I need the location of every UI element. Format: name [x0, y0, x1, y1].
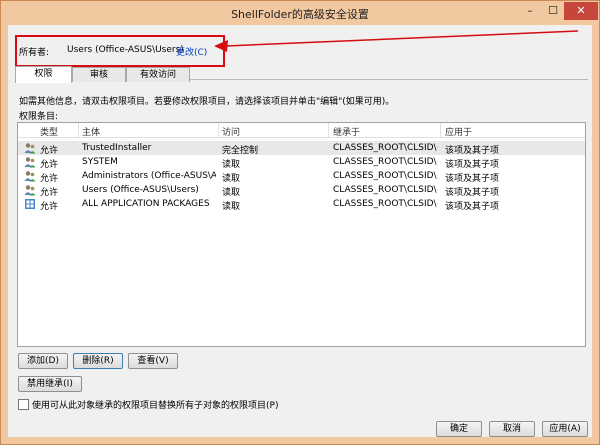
row-type: 允许 [40, 202, 59, 212]
row-principal: ALL APPLICATION PACKAGES [82, 199, 210, 209]
disable-inheritance-button[interactable]: 禁用继承(I) [18, 376, 82, 392]
add-button[interactable]: 添加(D) [18, 353, 68, 369]
column-header-principal[interactable]: 主体 [82, 125, 100, 138]
row-inherited-from: CLASSES_ROOT\CLSID\{8... [333, 171, 438, 181]
users-icon [24, 157, 36, 168]
replace-child-permissions-checkbox[interactable] [18, 399, 29, 410]
column-header-type[interactable]: 类型 [40, 125, 58, 138]
apply-button[interactable]: 应用(A) [542, 421, 588, 437]
column-header-applies-to[interactable]: 应用于 [445, 125, 472, 138]
users-icon [24, 185, 36, 196]
cancel-button[interactable]: 取消 [489, 421, 535, 437]
table-row[interactable]: 允许 TrustedInstaller 完全控制 CLASSES_ROOT\CL… [18, 141, 585, 156]
window-title: ShellFolder的高级安全设置 [231, 8, 369, 21]
row-access: 读取 [222, 202, 241, 212]
dialog-body: 所有者: Users (Office-ASUS\Users) 更改(C) 权限 … [8, 25, 592, 437]
column-header-access[interactable]: 访问 [222, 125, 240, 138]
dialog-window: ShellFolder的高级安全设置 – ☐ ✕ 所有者: Users (Off… [0, 0, 600, 445]
minimize-button[interactable]: – [518, 2, 542, 20]
close-button[interactable]: ✕ [564, 2, 598, 20]
list-header: 类型 主体 访问 继承于 应用于 [18, 123, 585, 138]
permission-entries-list[interactable]: 类型 主体 访问 继承于 应用于 允许 TrustedInstaller 完全控… [17, 122, 586, 347]
maximize-button[interactable]: ☐ [542, 2, 564, 20]
users-icon [24, 143, 36, 154]
remove-button[interactable]: 删除(R) [73, 353, 123, 369]
row-principal: Administrators (Office-ASUS\Ad... [82, 171, 216, 181]
title-bar[interactable]: ShellFolder的高级安全设置 – ☐ ✕ [1, 1, 599, 25]
row-principal: Users (Office-ASUS\Users) [82, 185, 199, 195]
row-inherited-from: CLASSES_ROOT\CLSID\{8... [333, 185, 438, 195]
table-row[interactable]: 允许 ALL APPLICATION PACKAGES 读取 CLASSES_R… [18, 197, 585, 212]
tab-effective-access[interactable]: 有效访问 [126, 67, 190, 82]
table-row[interactable]: 允许 Users (Office-ASUS\Users) 读取 CLASSES_… [18, 183, 585, 198]
permission-entries-label: 权限条目: [19, 112, 59, 122]
row-inherited-from: CLASSES_ROOT\CLSID\{8... [333, 199, 438, 209]
row-principal: TrustedInstaller [82, 143, 152, 153]
row-inherited-from: CLASSES_ROOT\CLSID\{8... [333, 157, 438, 167]
row-principal: SYSTEM [82, 157, 118, 167]
users-icon [24, 171, 36, 182]
replace-child-permissions-label: 使用可从此对象继承的权限项目替换所有子对象的权限项目(P) [32, 401, 279, 411]
row-applies-to: 该项及其子项 [445, 202, 500, 212]
tab-auditing[interactable]: 审核 [72, 67, 126, 82]
table-row[interactable]: 允许 SYSTEM 读取 CLASSES_ROOT\CLSID\{8... 该项… [18, 155, 585, 170]
column-header-inherited-from[interactable]: 继承于 [333, 125, 360, 138]
ok-button[interactable]: 确定 [436, 421, 482, 437]
view-button[interactable]: 查看(V) [128, 353, 178, 369]
tab-permissions[interactable]: 权限 [15, 66, 72, 83]
row-inherited-from: CLASSES_ROOT\CLSID\{8... [333, 143, 438, 153]
app-packages-icon [25, 199, 35, 209]
table-row[interactable]: 允许 Administrators (Office-ASUS\Ad... 读取 … [18, 169, 585, 184]
info-text: 如需其他信息，请双击权限项目。若要修改权限项目，请选择该项目并单击"编辑"(如果… [19, 97, 395, 107]
